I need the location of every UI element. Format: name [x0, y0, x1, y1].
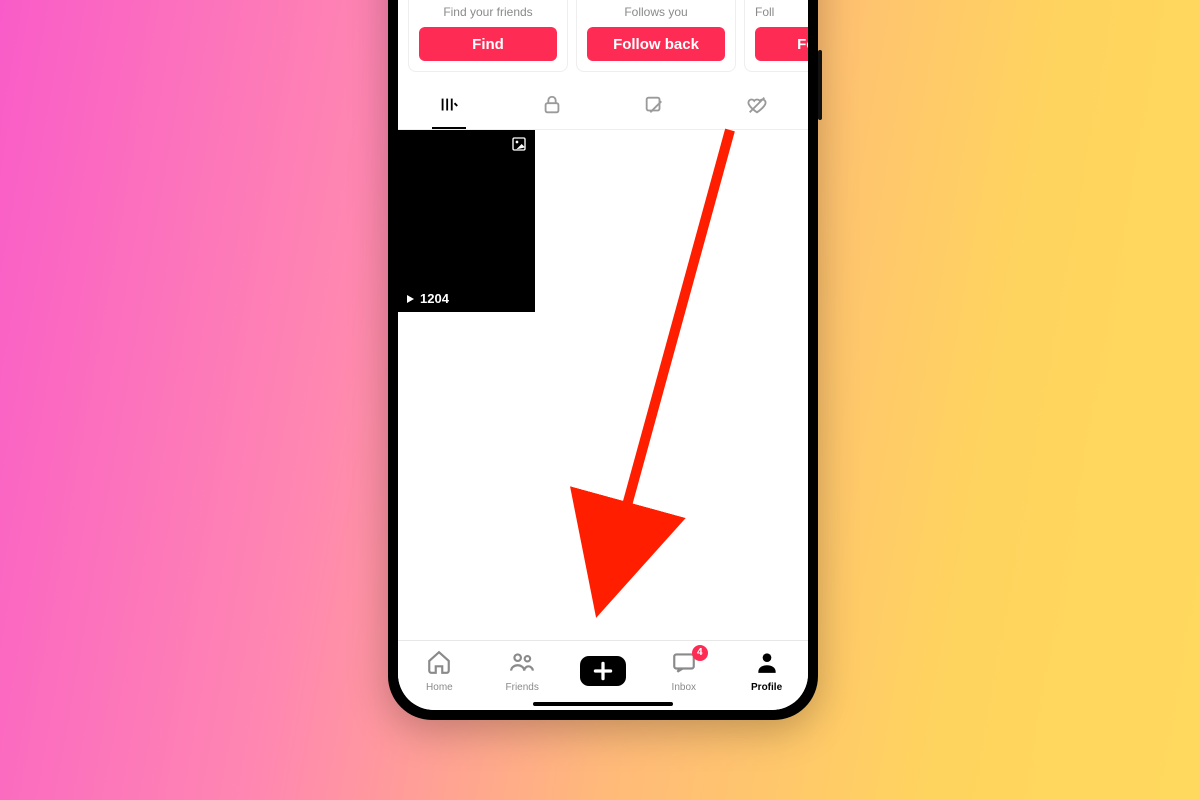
- tab-private[interactable]: [501, 86, 604, 129]
- heart-hidden-icon: [746, 94, 768, 121]
- friends-icon: [509, 649, 535, 680]
- suggestion-subtitle: Foll: [755, 5, 774, 19]
- tab-reposts[interactable]: [603, 86, 706, 129]
- nav-inbox[interactable]: 4 Inbox: [654, 649, 714, 693]
- nav-label: Friends: [506, 682, 539, 693]
- nav-label: Profile: [751, 682, 782, 693]
- tab-feed[interactable]: [398, 86, 501, 129]
- suggestion-cards-row: Find your friends Find Follows you Follo…: [398, 0, 808, 72]
- suggestion-subtitle: Find your friends: [443, 5, 532, 19]
- phone-frame: Find your friends Find Follows you Follo…: [388, 0, 818, 720]
- phone-side-button: [818, 50, 822, 120]
- nav-profile[interactable]: Profile: [737, 649, 797, 693]
- nav-create[interactable]: [575, 656, 631, 686]
- tab-liked[interactable]: [706, 86, 809, 129]
- create-button[interactable]: [580, 656, 626, 686]
- view-count: 1204: [404, 291, 449, 306]
- find-button[interactable]: Find: [419, 27, 557, 61]
- follow-button[interactable]: Follo: [755, 27, 808, 61]
- bottom-nav: Home Friends 4: [398, 640, 808, 710]
- posts-grid: 1204: [398, 130, 808, 640]
- app-screen: Find your friends Find Follows you Follo…: [398, 0, 808, 710]
- suggestion-card: Find your friends Find: [408, 0, 568, 72]
- suggestion-subtitle: Follows you: [624, 5, 687, 19]
- nav-label: Home: [426, 682, 453, 693]
- suggestion-card: Foll Follo: [744, 0, 808, 72]
- video-thumbnail[interactable]: 1204: [398, 130, 535, 312]
- nav-home[interactable]: Home: [409, 649, 469, 693]
- profile-icon: [754, 649, 780, 680]
- plus-icon: [590, 658, 616, 684]
- profile-tabs: [398, 86, 808, 130]
- follow-back-button[interactable]: Follow back: [587, 27, 725, 61]
- suggestion-card: Follows you Follow back: [576, 0, 736, 72]
- home-indicator: [533, 702, 673, 706]
- nav-label: Inbox: [672, 682, 696, 693]
- inbox-badge: 4: [692, 645, 708, 661]
- view-count-value: 1204: [420, 291, 449, 306]
- feed-icon: [438, 94, 460, 121]
- nav-friends[interactable]: Friends: [492, 649, 552, 693]
- repost-icon: [643, 94, 665, 121]
- gradient-background: Find your friends Find Follows you Follo…: [0, 0, 1200, 800]
- photo-icon: [511, 136, 527, 157]
- lock-icon: [541, 94, 563, 121]
- home-icon: [426, 649, 452, 680]
